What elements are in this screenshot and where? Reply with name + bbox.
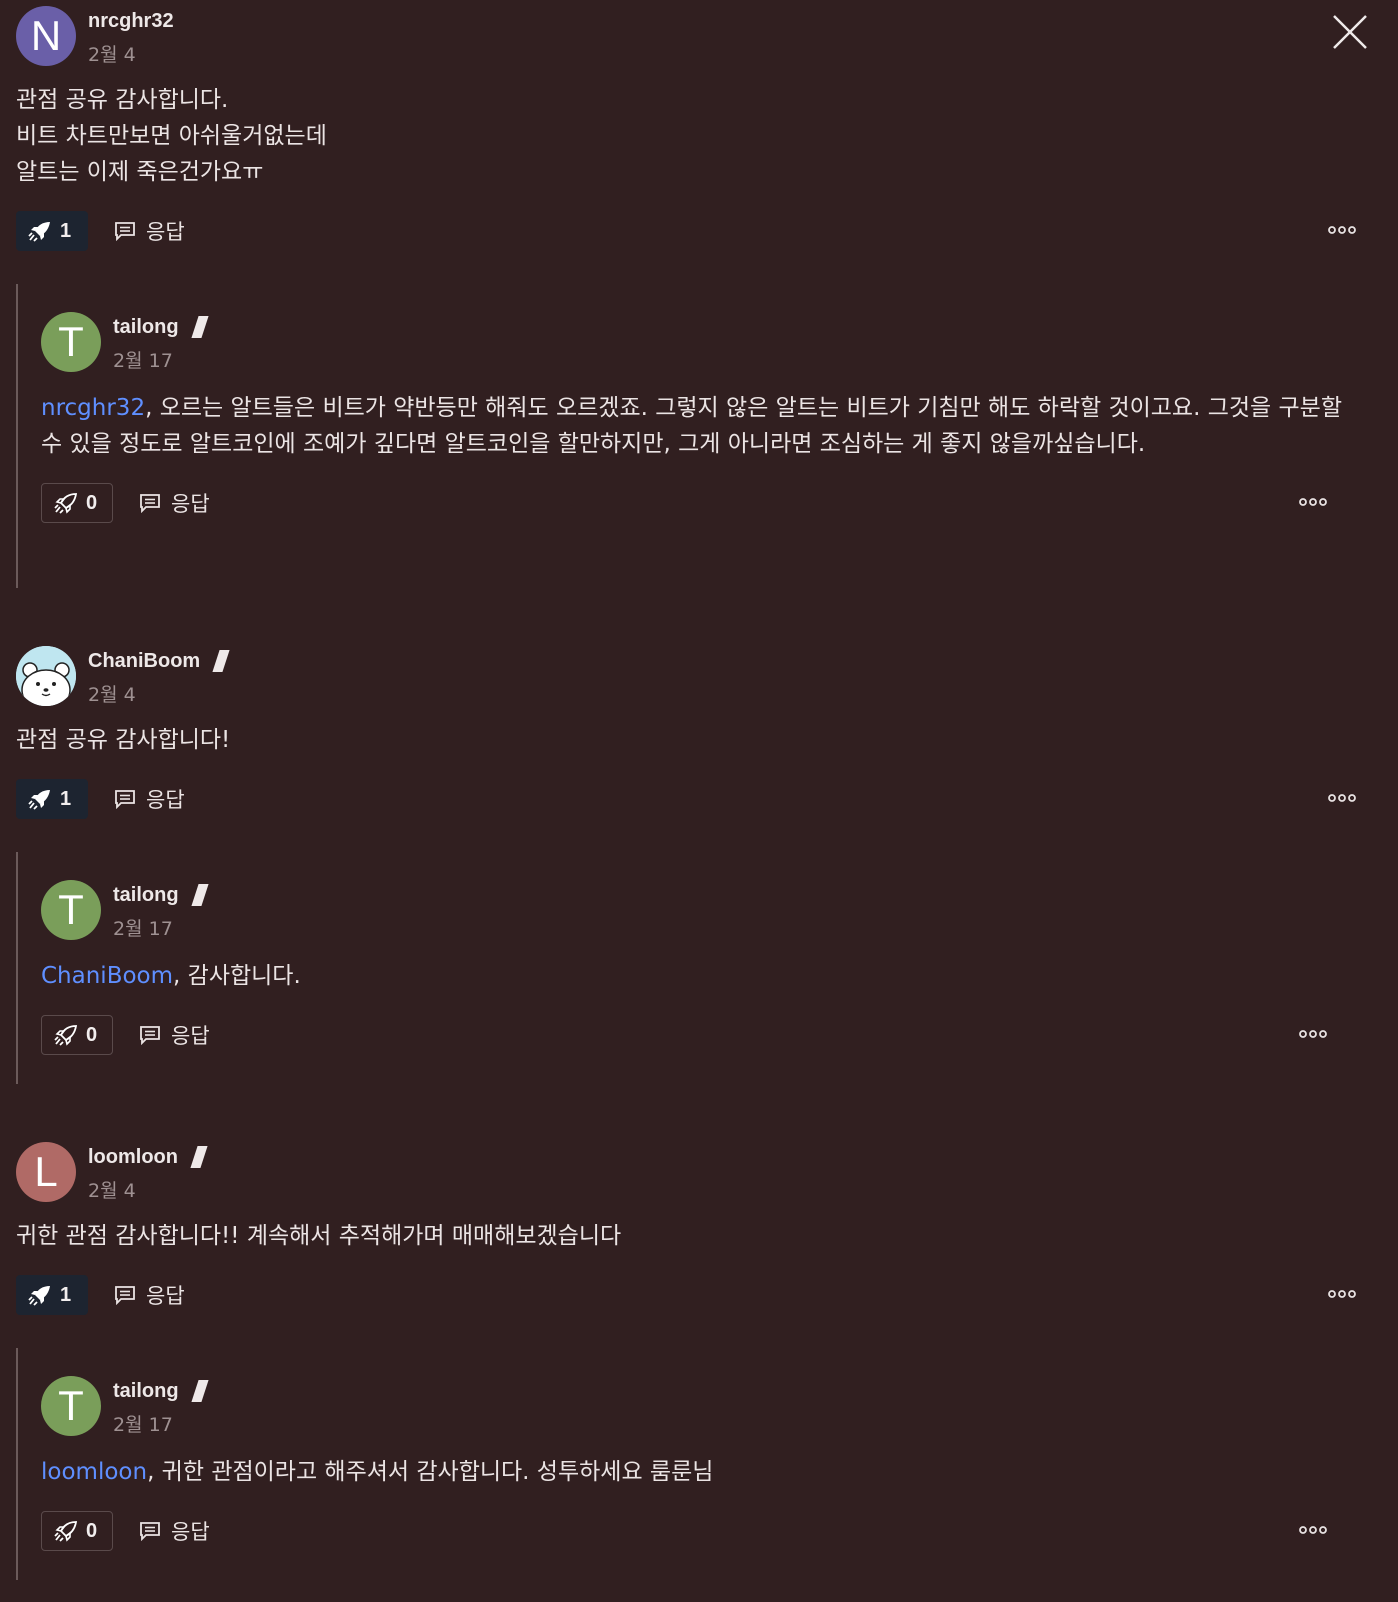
reply-label: 응답 [146, 788, 185, 812]
reply-thread: T tailong 2월 17 nrcghr32, 오르는 알트들은 비트가 약… [16, 284, 1382, 588]
comment-icon [115, 222, 135, 241]
boost-count: 1 [60, 1283, 72, 1306]
more-options-icon[interactable] [1299, 1520, 1327, 1540]
author-badge-icon [212, 650, 230, 672]
username[interactable]: tailong [113, 884, 179, 907]
more-options-icon[interactable] [1299, 492, 1327, 512]
comment: L loomloon 2월 4 귀한 관점 감사합니다!! 계속해서 추적해가며… [16, 1142, 1380, 1316]
comment-date: 2월 17 [113, 350, 173, 372]
boost-button[interactable]: 0 [41, 1511, 113, 1551]
author-badge-icon [190, 1380, 209, 1402]
more-options-icon[interactable] [1328, 220, 1356, 240]
boost-button[interactable]: 0 [41, 483, 113, 523]
username[interactable]: loomloon [88, 1146, 178, 1169]
boost-count: 1 [60, 219, 72, 242]
rocket-icon [54, 1025, 78, 1046]
boost-count: 0 [86, 1519, 98, 1542]
reply-label: 응답 [146, 220, 185, 244]
reply: T tailong 2월 17 nrcghr32, 오르는 알트들은 비트가 약… [18, 284, 1351, 524]
avatar[interactable]: N [16, 6, 76, 66]
boost-count: 0 [86, 491, 98, 514]
avatar[interactable]: T [41, 312, 101, 372]
comment: ChaniBoom 2월 4 관점 공유 감사합니다! 1 응답 [16, 646, 1380, 820]
reply-label: 응답 [146, 1284, 185, 1308]
reply-button[interactable]: 응답 [114, 784, 185, 814]
reply-thread: T tailong 2월 17 loomloon, 귀한 관점이라고 해주셔서 … [16, 1348, 1382, 1580]
reply: T tailong 2월 17 loomloon, 귀한 관점이라고 해주셔서 … [18, 1348, 1351, 1552]
more-options-icon[interactable] [1328, 788, 1356, 808]
avatar[interactable]: T [41, 1376, 101, 1436]
more-options-icon[interactable] [1328, 1284, 1356, 1304]
avatar[interactable] [16, 646, 76, 706]
boost-count: 1 [60, 787, 72, 810]
comment-text: ChaniBoom, 감사합니다. [41, 963, 301, 989]
comment-icon [140, 1522, 160, 1541]
reply-button[interactable]: 응답 [114, 216, 185, 246]
boost-button[interactable]: 1 [16, 779, 88, 819]
comments-panel: N nrcghr32 2월 4 관점 공유 감사합니다. 비트 차트만보면 아쉬… [0, 0, 1398, 1602]
comment-text: 귀한 관점 감사합니다!! 계속해서 추적해가며 매매해보겠습니다 [16, 1223, 622, 1249]
avatar[interactable]: T [41, 880, 101, 940]
user-mention[interactable]: loomloon [41, 1459, 147, 1485]
username[interactable]: nrcghr32 [88, 10, 174, 33]
boost-count: 0 [86, 1023, 98, 1046]
user-mention[interactable]: nrcghr32 [41, 395, 145, 421]
comment-date: 2월 4 [88, 684, 136, 706]
comment-icon [140, 1026, 160, 1045]
reply-button[interactable]: 응답 [139, 1020, 210, 1050]
boost-button[interactable]: 1 [16, 1275, 88, 1315]
username[interactable]: tailong [113, 1380, 179, 1403]
rocket-icon [28, 790, 50, 810]
rocket-icon [28, 222, 50, 242]
boost-button[interactable]: 1 [16, 211, 88, 251]
rocket-icon [28, 1286, 50, 1306]
comment: N nrcghr32 2월 4 관점 공유 감사합니다. 비트 차트만보면 아쉬… [16, 6, 1380, 252]
comment-text: loomloon, 귀한 관점이라고 해주셔서 감사합니다. 성투하세요 룸룬님 [41, 1459, 714, 1485]
reply-label: 응답 [171, 492, 210, 516]
comment-text: 관점 공유 감사합니다! [16, 727, 231, 753]
comment-text: 관점 공유 감사합니다. 비트 차트만보면 아쉬울거없는데 알트는 이제 죽은건… [16, 87, 327, 185]
reply-label: 응답 [171, 1024, 210, 1048]
comment-icon [115, 790, 135, 809]
avatar[interactable]: L [16, 1142, 76, 1202]
username[interactable]: ChaniBoom [88, 650, 200, 673]
reply-thread: T tailong 2월 17 ChaniBoom, 감사합니다. 0 응답 [16, 852, 1382, 1084]
comment-icon [140, 494, 160, 513]
reply-button[interactable]: 응답 [114, 1280, 185, 1310]
rocket-icon [54, 1521, 78, 1542]
comment-date: 2월 17 [113, 918, 173, 940]
reply-button[interactable]: 응답 [139, 488, 210, 518]
bear-avatar-icon [16, 646, 76, 706]
author-badge-icon [190, 884, 209, 906]
comment-date: 2월 4 [88, 1180, 136, 1202]
reply-button[interactable]: 응답 [139, 1516, 210, 1546]
user-mention[interactable]: ChaniBoom [41, 963, 173, 989]
author-badge-icon [190, 316, 209, 338]
rocket-icon [54, 493, 78, 514]
comment-icon [115, 1286, 135, 1305]
author-badge-icon [190, 1146, 208, 1168]
more-options-icon[interactable] [1299, 1024, 1327, 1044]
boost-button[interactable]: 0 [41, 1015, 113, 1055]
username[interactable]: tailong [113, 316, 179, 339]
reply-label: 응답 [171, 1520, 210, 1544]
reply: T tailong 2월 17 ChaniBoom, 감사합니다. 0 응답 [18, 852, 1351, 1056]
comment-date: 2월 4 [88, 44, 136, 66]
comment-date: 2월 17 [113, 1414, 173, 1436]
comment-text: nrcghr32, 오르는 알트들은 비트가 약반등만 해줘도 오르겠죠. 그렇… [41, 395, 1342, 457]
